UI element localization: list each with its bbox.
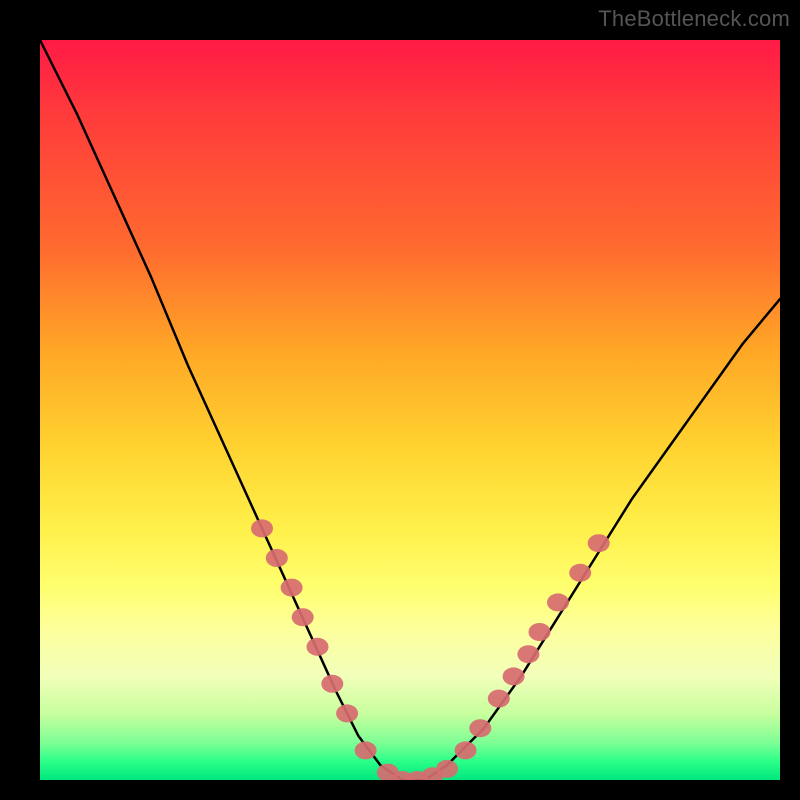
curve-marker	[517, 645, 539, 663]
curve-marker	[281, 579, 303, 597]
plot-area	[40, 40, 780, 780]
bottleneck-curve	[40, 40, 780, 780]
curve-path	[40, 40, 780, 780]
curve-marker	[307, 638, 329, 656]
watermark-text: TheBottleneck.com	[598, 6, 790, 32]
curve-marker	[266, 549, 288, 567]
chart-overlay	[40, 40, 780, 780]
curve-markers	[251, 519, 610, 780]
curve-marker	[292, 608, 314, 626]
curve-marker	[321, 675, 343, 693]
curve-marker	[529, 623, 551, 641]
curve-marker	[436, 760, 458, 778]
curve-marker	[251, 519, 273, 537]
curve-marker	[469, 719, 491, 737]
curve-marker	[547, 593, 569, 611]
curve-marker	[488, 690, 510, 708]
curve-marker	[569, 564, 591, 582]
curve-marker	[355, 741, 377, 759]
curve-marker	[336, 704, 358, 722]
curve-marker	[455, 741, 477, 759]
curve-marker	[503, 667, 525, 685]
chart-frame: TheBottleneck.com	[0, 0, 800, 800]
curve-marker	[588, 534, 610, 552]
